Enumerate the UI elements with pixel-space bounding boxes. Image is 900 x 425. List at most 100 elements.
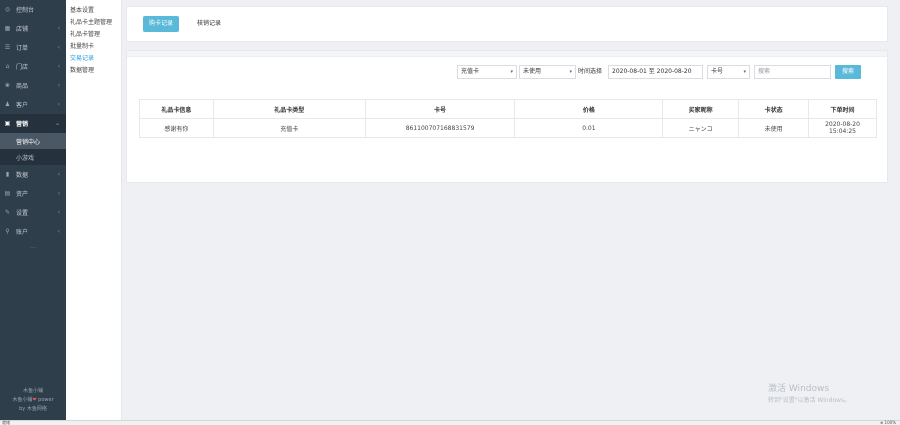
col-header-order-time: 下单时间: [808, 99, 877, 119]
footer-by-line: by 木鱼网络: [19, 406, 47, 412]
store-icon: ▦: [4, 25, 11, 32]
sidebar-submenu-marketing: 营销中心 小游戏: [0, 133, 66, 165]
sidebar-subitem-mini-games[interactable]: 小游戏: [0, 149, 66, 165]
status-value: 未使用: [523, 68, 542, 75]
secondary-menu: 基本设置 礼品卡主题管理 礼品卡管理 批量制卡 交易记录 数据管理: [66, 0, 122, 420]
heart-icon: ❤: [32, 397, 37, 403]
chevron-down-icon: ⌄: [54, 120, 60, 127]
sidebar-item-assets[interactable]: ▤ 资产 ‹: [0, 184, 66, 203]
tab-purchase-records[interactable]: 购卡记录: [143, 16, 180, 32]
chevron-left-icon: ‹: [57, 63, 60, 70]
submenu-item-theme-management[interactable]: 礼品卡主题管理: [66, 17, 121, 29]
sidebar-item-customer[interactable]: ♟ 客户 ‹: [0, 95, 66, 114]
records-panel: 充值卡 ▾ 未使用 ▾ 时间选择 2020-08-01 至 2020-08-20…: [126, 50, 888, 183]
assets-icon: ▤: [4, 190, 11, 197]
chevron-left-icon: ‹: [57, 228, 60, 235]
main-sidebar: ◎ 控制台 ▦ 店铺 ‹ ☰ 订单 ‹ ⌂ 门店 ‹ ❀ 商品 ‹ ♟ 客户 ‹ ▣ 营销 ⌄ 营销中心 小游戏…: [0, 0, 66, 420]
sidebar-item-label: 商品: [16, 83, 29, 90]
card-type-value: 充值卡: [461, 68, 480, 75]
col-header-card-info: 礼品卡信息: [139, 99, 214, 119]
goods-icon: ❀: [4, 82, 11, 89]
submenu-item-card-management[interactable]: 礼品卡管理: [66, 29, 121, 41]
submenu-item-data-management[interactable]: 数据管理: [66, 65, 121, 77]
caret-down-icon: ▾: [510, 69, 513, 75]
table-header-row: 礼品卡信息 礼品卡类型 卡号 价格 买家昵称 卡状态 下单时间: [139, 99, 877, 119]
col-header-card-type: 礼品卡类型: [212, 99, 366, 119]
footer-brand-name: 木鱼小铺: [12, 397, 33, 403]
footer-brand: 木鱼小铺: [22, 388, 43, 394]
date-range-field[interactable]: 2020-08-01 至 2020-08-20: [608, 65, 703, 79]
storefront-icon: ⌂: [5, 63, 10, 70]
sidebar-subitem-marketing-center[interactable]: 营销中心: [0, 133, 66, 149]
tab-bar: 购卡记录 核销记录: [126, 6, 888, 42]
caret-down-icon: ▾: [743, 69, 746, 75]
data-icon: ▮: [5, 171, 10, 178]
footer-power-line: 木鱼小铺❤ power: [0, 396, 66, 405]
col-header-card-number: 卡号: [364, 99, 516, 119]
submenu-item-transactions[interactable]: 交易记录: [66, 53, 121, 65]
chevron-left-icon: ‹: [57, 171, 60, 178]
sidebar-item-store[interactable]: ▦ 店铺 ‹: [0, 19, 66, 38]
sidebar-item-label: 设置: [16, 210, 29, 217]
col-header-status: 卡状态: [738, 99, 810, 119]
sidebar-item-label: 客户: [16, 102, 29, 109]
sidebar-item-account[interactable]: ⚲ 账户 ‹: [0, 222, 66, 241]
sidebar-item-dashboard[interactable]: ◎ 控制台: [0, 0, 66, 19]
windows-activation-watermark: 激活 Windows 转到"设置"以激活 Windows。: [768, 384, 850, 406]
browser-status-bar: 就绪 ⊕ 100%: [0, 420, 900, 425]
status-select[interactable]: 未使用 ▾: [519, 65, 576, 79]
sidebar-item-goods[interactable]: ❀ 商品 ‹: [0, 76, 66, 95]
zoom-level[interactable]: ⊕ 100%: [880, 420, 896, 425]
records-table: 礼品卡信息 礼品卡类型 卡号 价格 买家昵称 卡状态 下单时间 感谢有你 充值卡…: [139, 99, 877, 138]
sidebar-item-label: 数据: [16, 172, 29, 179]
account-icon: ⚲: [5, 228, 10, 235]
chevron-left-icon: ‹: [57, 44, 60, 51]
chevron-left-icon: ‹: [57, 82, 60, 89]
tab-redemption-records[interactable]: 核销记录: [191, 16, 227, 32]
sidebar-item-marketing[interactable]: ▣ 营销 ⌄: [0, 114, 66, 133]
filter-bar: 充值卡 ▾ 未使用 ▾ 时间选择 2020-08-01 至 2020-08-20…: [127, 65, 887, 81]
chevron-left-icon: ‹: [57, 190, 60, 197]
cell-buyer: ニャンコ: [662, 118, 740, 138]
watermark-title: 激活 Windows: [768, 384, 830, 394]
field-value: 卡号: [711, 68, 724, 75]
col-header-buyer: 买家昵称: [662, 99, 740, 119]
col-header-price: 价格: [514, 99, 664, 119]
sidebar-item-label: 门店: [16, 64, 29, 71]
cell-price: 0.01: [514, 118, 664, 138]
card-type-select[interactable]: 充值卡 ▾: [457, 65, 517, 79]
sidebar-item-label: 店铺: [16, 26, 29, 33]
search-input[interactable]: 搜索: [754, 65, 831, 79]
field-select[interactable]: 卡号 ▾: [707, 65, 750, 79]
chevron-left-icon: ‹: [57, 25, 60, 32]
sidebar-item-label: 资产: [16, 191, 29, 198]
cell-order-time: 2020-08-20 15:04:25: [808, 118, 877, 138]
sidebar-item-storefront[interactable]: ⌂ 门店 ‹: [0, 57, 66, 76]
submenu-item-basic-settings[interactable]: 基本设置: [66, 5, 121, 17]
status-text: 就绪: [2, 420, 10, 425]
cell-status: 未使用: [738, 118, 810, 138]
watermark-subtitle: 转到"设置"以激活 Windows。: [768, 397, 851, 404]
main-content: 购卡记录 核销记录 充值卡 ▾ 未使用 ▾ 时间选择 2020-08-01 至 …: [122, 0, 900, 420]
sidebar-item-data[interactable]: ▮ 数据 ‹: [0, 165, 66, 184]
sidebar-item-label: 账户: [16, 229, 29, 236]
cell-card-type: 充值卡: [212, 118, 366, 138]
caret-down-icon: ▾: [569, 69, 572, 75]
settings-icon: ✎: [4, 209, 11, 216]
cell-card-info: 感谢有你: [139, 118, 214, 138]
panel-header-strip: [127, 51, 887, 57]
sidebar-footer: 木鱼小铺 木鱼小铺❤ power by 木鱼网络: [0, 387, 66, 414]
search-button[interactable]: 搜索: [835, 65, 861, 79]
chevron-left-icon: ‹: [57, 209, 60, 216]
sidebar-item-label: 营销: [16, 121, 29, 128]
cell-card-number: 861100707168831579: [364, 118, 516, 138]
sidebar-item-order[interactable]: ☰ 订单 ‹: [0, 38, 66, 57]
chevron-left-icon: ‹: [57, 101, 60, 108]
table-row[interactable]: 感谢有你 充值卡 861100707168831579 0.01 ニャンコ 未使…: [139, 118, 877, 138]
sidebar-more-indicator: ...: [30, 243, 36, 250]
marketing-icon: ▣: [4, 120, 11, 127]
sidebar-item-label: 控制台: [16, 7, 35, 14]
submenu-item-batch-create[interactable]: 批量制卡: [66, 41, 121, 53]
sidebar-item-settings[interactable]: ✎ 设置 ‹: [0, 203, 66, 222]
dashboard-icon: ◎: [4, 6, 11, 13]
